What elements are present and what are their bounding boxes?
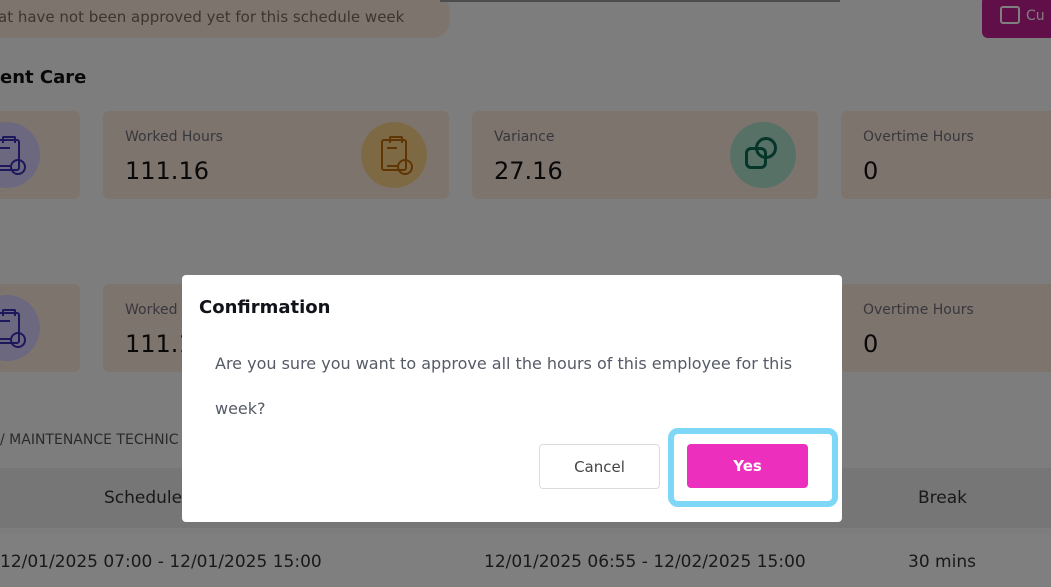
dialog-message: Are you sure you want to approve all the… (215, 341, 815, 431)
dialog-message-line-1: Are you sure you want to approve all the… (215, 354, 793, 373)
dialog-message-line-2: week? (215, 399, 266, 418)
cancel-button[interactable]: Cancel (539, 444, 660, 489)
confirmation-dialog: Confirmation Are you sure you want to ap… (182, 275, 842, 522)
dialog-title: Confirmation (199, 297, 331, 318)
yes-button[interactable]: Yes (687, 444, 808, 488)
